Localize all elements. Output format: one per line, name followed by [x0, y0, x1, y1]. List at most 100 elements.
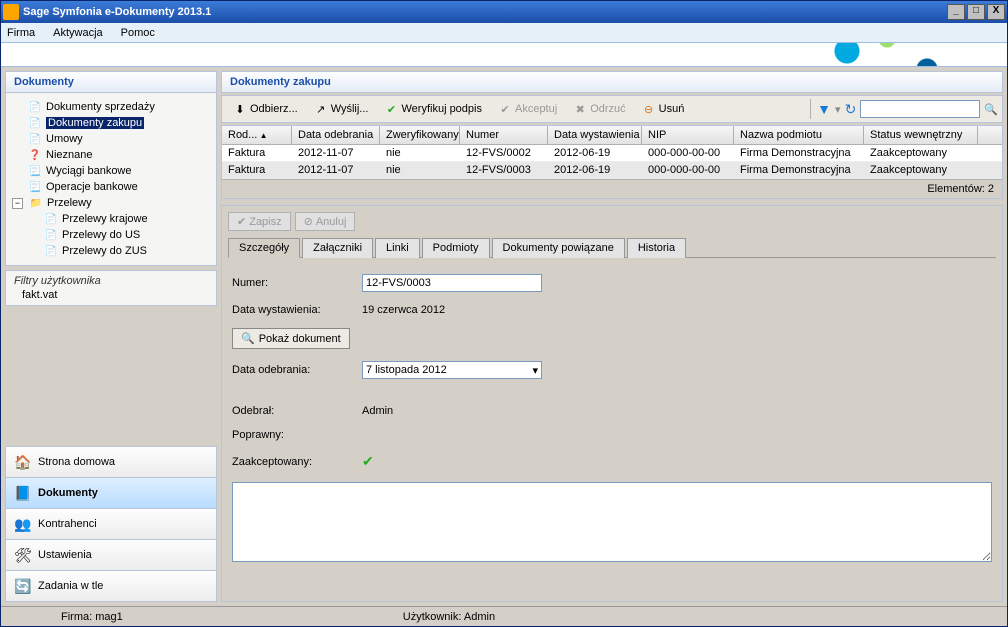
- tree-item[interactable]: 📃 Wyciągi bankowe: [10, 163, 212, 179]
- detail-tab[interactable]: Załączniki: [302, 238, 373, 258]
- tree-item-label: Operacje bankowe: [46, 181, 138, 193]
- detail-action-button: ✔Zapisz: [228, 212, 291, 231]
- table-cell: 12-FVS/0002: [460, 145, 548, 161]
- nav-item[interactable]: 🛠Ustawienia: [5, 539, 217, 571]
- menu-firma[interactable]: Firma: [7, 27, 35, 39]
- tree-item[interactable]: 📃Operacje bankowe: [10, 179, 212, 195]
- table-cell: 2012-06-19: [548, 162, 642, 178]
- nav-item[interactable]: 👥Kontrahenci: [5, 508, 217, 540]
- menu-aktywacja[interactable]: Aktywacja: [53, 27, 103, 39]
- data-wystawienia-label: Data wystawienia:: [232, 304, 352, 316]
- toolbar-button-icon: ⊖: [642, 102, 656, 116]
- notes-textarea[interactable]: [232, 482, 992, 562]
- nav-item[interactable]: 🏠Strona domowa: [5, 446, 217, 478]
- column-header[interactable]: Zweryfikowany: [380, 126, 460, 144]
- menubar: Firma Aktywacja Pomoc: [1, 23, 1007, 43]
- refresh-icon[interactable]: ↻: [845, 101, 857, 118]
- tree-item[interactable]: 📄Przelewy do US: [10, 227, 212, 243]
- column-header[interactable]: Nazwa podmiotu: [734, 126, 864, 144]
- nav-item-label: Dokumenty: [38, 487, 98, 499]
- toolbar-button[interactable]: ✔Weryfikuj podpis: [377, 99, 489, 119]
- column-header[interactable]: Data wystawienia: [548, 126, 642, 144]
- button-icon: ⊘: [304, 215, 313, 228]
- button-label: Zapisz: [249, 216, 281, 228]
- detail-tab[interactable]: Podmioty: [422, 238, 490, 258]
- filter-icon[interactable]: ▼: [817, 101, 831, 117]
- table-cell: nie: [380, 162, 460, 178]
- toolbar-button-icon: ⬇: [233, 102, 247, 116]
- minimize-button[interactable]: _: [947, 4, 965, 20]
- app-window: Sage Symfonia e-Dokumenty 2013.1 _ □ X F…: [0, 0, 1008, 627]
- toolbar-button[interactable]: ⊖Usuń: [635, 99, 692, 119]
- nav-item-icon: 👥: [14, 515, 32, 533]
- documents-tree-title: Dokumenty: [6, 72, 216, 93]
- detail-form: Numer: Data wystawienia: 19 czerwca 2012…: [228, 264, 996, 572]
- nav-item[interactable]: 📘 Dokumenty: [5, 477, 217, 509]
- tree-item-label: Przelewy krajowe: [62, 213, 148, 225]
- tree-item[interactable]: 📄Umowy: [10, 131, 212, 147]
- chevron-down-icon: ▾: [532, 364, 538, 377]
- table-cell: Firma Demonstracyjna: [734, 162, 864, 178]
- table-cell: Zaakceptowany: [864, 145, 978, 161]
- maximize-button[interactable]: □: [967, 4, 985, 20]
- tree-item-label: Wyciągi bankowe: [46, 165, 132, 177]
- grid-footer: Elementów: 2: [222, 179, 1002, 198]
- tree-item[interactable]: 📄Przelewy do ZUS: [10, 243, 212, 259]
- table-row[interactable]: Faktura2012-11-07nie12-FVS/00032012-06-1…: [222, 162, 1002, 179]
- tree-item-icon: 📄: [28, 116, 42, 130]
- detail-tab[interactable]: Historia: [627, 238, 686, 258]
- detail-tab[interactable]: Linki: [375, 238, 420, 258]
- tree-item[interactable]: 📄Dokumenty sprzedaży: [10, 99, 212, 115]
- table-cell: 12-FVS/0003: [460, 162, 548, 178]
- tree-item[interactable]: −📁Przelewy: [10, 195, 212, 211]
- nav-item[interactable]: 🔄Zadania w tle: [5, 570, 217, 602]
- pokaz-dokument-button[interactable]: 🔍 Pokaż dokument: [232, 328, 350, 349]
- nav-item-icon: 🔄: [14, 577, 32, 595]
- column-header[interactable]: Data odebrania: [292, 126, 380, 144]
- data-wystawienia-value: 19 czerwca 2012: [362, 304, 445, 316]
- odebral-label: Odebrał:: [232, 405, 352, 417]
- detail-tab[interactable]: Szczegóły: [228, 238, 300, 258]
- toolbar-button-label: Wyślij...: [331, 103, 369, 115]
- tree-item-icon: 📁: [29, 196, 43, 210]
- nav-item-icon: 📘: [14, 484, 32, 502]
- tree-item-icon: ❓: [28, 148, 42, 162]
- table-cell: Firma Demonstracyjna: [734, 145, 864, 161]
- toolbar-button-label: Akceptuj: [515, 103, 557, 115]
- toolbar-button-icon: ✔: [384, 102, 398, 116]
- filters-title: Filtry użytkownika: [14, 275, 208, 287]
- nav-item-label: Strona domowa: [38, 456, 115, 468]
- toolbar-button[interactable]: ↗Wyślij...: [307, 99, 376, 119]
- table-cell: 2012-11-07: [292, 162, 380, 178]
- tree-item-icon: 📄: [44, 228, 58, 242]
- close-button[interactable]: X: [987, 4, 1005, 20]
- tree-expander[interactable]: −: [12, 198, 23, 209]
- toolbar-button-icon: ✖: [573, 102, 587, 116]
- tree-item-icon: 📃: [28, 164, 42, 178]
- search-input[interactable]: [860, 100, 980, 118]
- brand-banner: [1, 43, 1007, 67]
- tree-item[interactable]: ❓ Nieznane: [10, 147, 212, 163]
- column-header[interactable]: NIP: [642, 126, 734, 144]
- table-cell: 2012-06-19: [548, 145, 642, 161]
- data-odebrania-picker[interactable]: 7 listopada 2012 ▾: [362, 361, 542, 379]
- data-odebrania-label: Data odebrania:: [232, 364, 352, 376]
- tree-item-label: Nieznane: [46, 149, 92, 161]
- table-row[interactable]: Faktura2012-11-07nie12-FVS/00022012-06-1…: [222, 145, 1002, 162]
- titlebar: Sage Symfonia e-Dokumenty 2013.1 _ □ X: [1, 1, 1007, 23]
- tree-item[interactable]: 📄Przelewy krajowe: [10, 211, 212, 227]
- detail-tab[interactable]: Dokumenty powiązane: [492, 238, 625, 258]
- search-icon[interactable]: 🔍: [984, 103, 998, 116]
- documents-grid: Rod... ▲Data odebraniaZweryfikowanyNumer…: [221, 125, 1003, 199]
- tree-item[interactable]: 📄Dokumenty zakupu: [10, 115, 212, 131]
- table-cell: Faktura: [222, 145, 292, 161]
- column-header[interactable]: Rod... ▲: [222, 126, 292, 144]
- toolbar-button[interactable]: ⬇Odbierz...: [226, 99, 305, 119]
- toolbar-button-icon: ↗: [314, 102, 328, 116]
- numer-input[interactable]: [362, 274, 542, 292]
- column-header[interactable]: Status wewnętrzny: [864, 126, 978, 144]
- filter-item[interactable]: fakt.vat: [14, 289, 208, 301]
- menu-pomoc[interactable]: Pomoc: [121, 27, 155, 39]
- nav-item-icon: 🛠: [14, 546, 32, 564]
- column-header[interactable]: Numer: [460, 126, 548, 144]
